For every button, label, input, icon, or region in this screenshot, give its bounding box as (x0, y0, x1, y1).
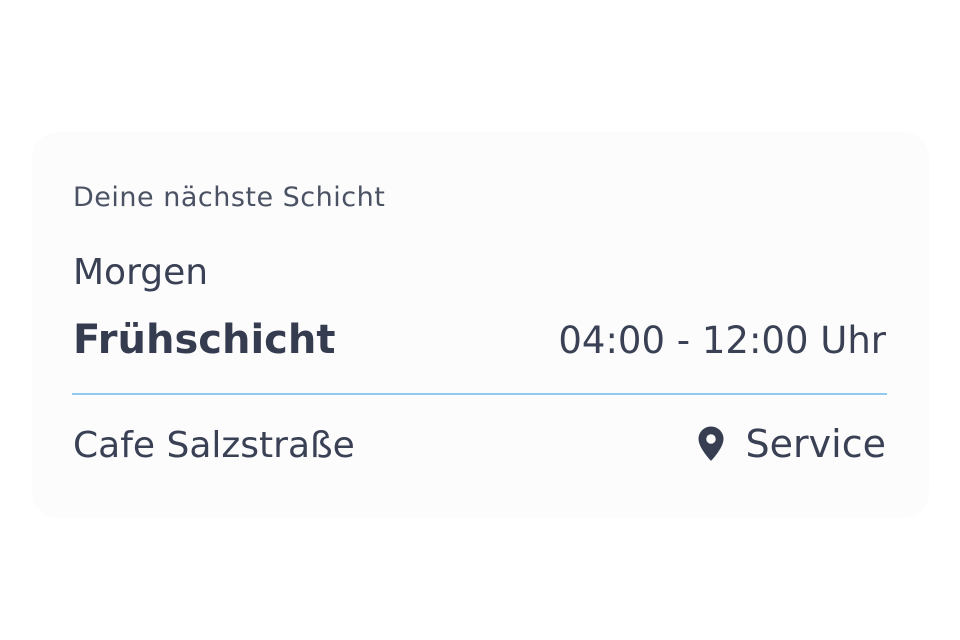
next-shift-card[interactable]: Deine nächste Schicht Morgen Frühschicht… (32, 132, 929, 518)
shift-name: Frühschicht (73, 317, 336, 363)
shift-role: Service (696, 422, 886, 466)
divider (72, 393, 887, 395)
shift-time: 04:00 - 12:00 Uhr (558, 319, 886, 362)
map-pin-icon (698, 426, 724, 461)
shift-role-label: Service (745, 422, 886, 466)
shift-location: Cafe Salzstraße (73, 425, 355, 466)
shift-day: Morgen (73, 252, 209, 293)
card-heading: Deine nächste Schicht (73, 182, 386, 213)
